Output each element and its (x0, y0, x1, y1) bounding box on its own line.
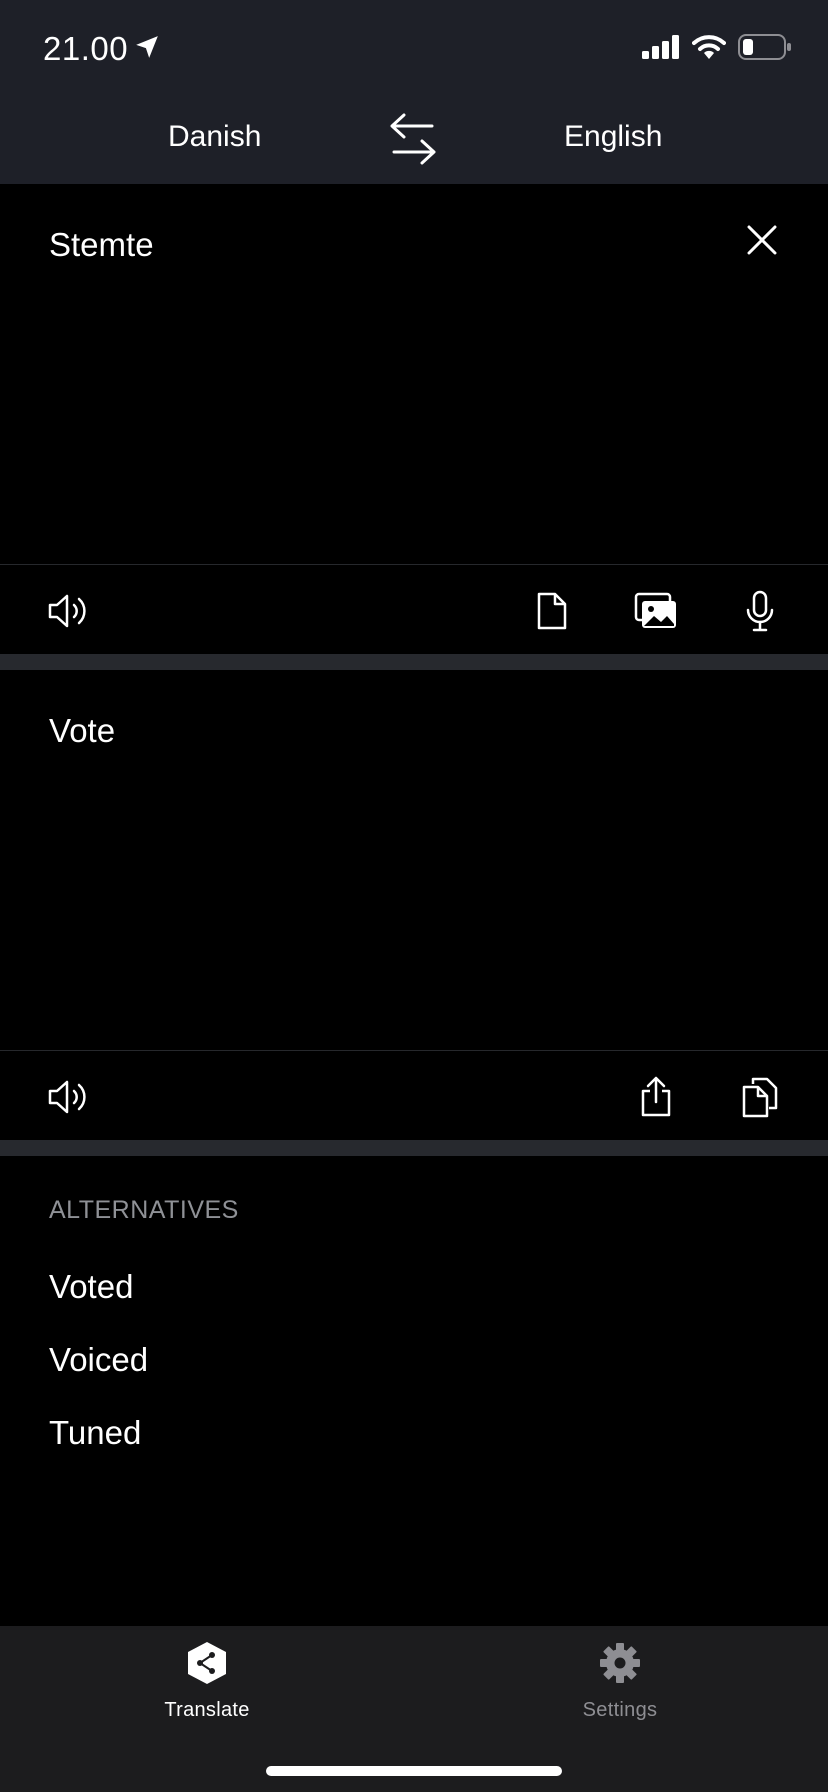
tab-settings-label: Settings (582, 1699, 658, 1721)
translation-panel: Vote (0, 670, 828, 1140)
header: 21.00 Danish English (0, 0, 828, 184)
alternative-item[interactable]: Tuned (49, 1414, 141, 1452)
translate-image-button[interactable] (630, 586, 682, 640)
swap-arrows-icon (388, 113, 438, 170)
document-icon (536, 591, 568, 636)
source-language-selector[interactable]: Danish (168, 120, 261, 154)
battery-icon (738, 34, 792, 65)
gear-icon (598, 1640, 642, 1691)
status-time-text: 21.00 (43, 30, 129, 67)
source-panel: Stemte (0, 184, 828, 654)
share-icon (639, 1076, 673, 1123)
clear-text-button[interactable] (740, 220, 784, 264)
alternatives-heading: ALTERNATIVES (49, 1196, 239, 1224)
tab-bar: Translate Settings (0, 1626, 828, 1792)
photos-icon (634, 592, 678, 635)
tab-translate-label: Translate (164, 1699, 250, 1721)
swap-languages-button[interactable] (388, 112, 438, 166)
status-indicators (642, 34, 792, 65)
tab-settings[interactable]: Settings (530, 1640, 710, 1722)
microphone-icon (745, 590, 775, 637)
tab-translate[interactable]: Translate (117, 1640, 297, 1722)
alternative-item[interactable]: Voiced (49, 1341, 148, 1379)
alternative-item[interactable]: Voted (49, 1268, 133, 1306)
voice-input-button[interactable] (738, 586, 782, 640)
target-language-selector[interactable]: English (564, 120, 662, 154)
speaker-icon (47, 1079, 89, 1120)
translate-document-button[interactable] (530, 586, 574, 640)
location-arrow-icon (134, 30, 160, 68)
panel-separator (0, 1140, 828, 1156)
source-text-input[interactable]: Stemte (49, 226, 154, 264)
translation-text: Vote (49, 712, 116, 749)
source-divider (0, 564, 828, 565)
cellular-signal-icon (642, 35, 680, 64)
share-button[interactable] (634, 1072, 678, 1126)
wifi-icon (692, 34, 726, 65)
copy-button[interactable] (738, 1072, 782, 1126)
speak-source-button[interactable] (44, 588, 92, 638)
panel-separator (0, 654, 828, 670)
home-indicator[interactable] (266, 1766, 562, 1776)
translate-logo-icon (185, 1640, 229, 1691)
status-time: 21.00 (43, 30, 160, 68)
speaker-icon (47, 593, 89, 634)
close-icon (746, 224, 778, 261)
copy-icon (741, 1076, 779, 1123)
speak-translation-button[interactable] (44, 1074, 92, 1124)
translation-divider (0, 1050, 828, 1051)
